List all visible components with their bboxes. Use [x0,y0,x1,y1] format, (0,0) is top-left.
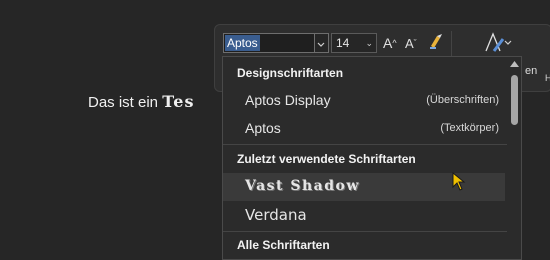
font-color-button[interactable] [483,31,513,52]
font-option-aptos-display[interactable]: Aptos Display (Überschriften) [223,87,505,115]
grow-font-button[interactable]: A^ [383,33,397,53]
font-option-verdana[interactable]: Verdana [223,201,505,229]
scroll-up-icon[interactable] [510,61,519,67]
menu-divider [223,231,509,232]
grow-font-label: A [383,35,393,51]
shrink-font-button[interactable]: Aˇ [405,33,417,53]
font-name-value: Aptos [225,35,260,51]
font-option-aptos[interactable]: Aptos (Textkörper) [223,115,505,143]
document-text: Das ist ein Tes [88,92,194,111]
font-option-name: Vast Shadow [245,178,360,194]
chevron-down-icon [317,42,325,47]
font-size-value: 14 [336,36,350,50]
font-option-name: Verdana [245,206,307,224]
font-name-input[interactable]: Aptos [223,33,315,53]
ribbon-edge-label-2: H [545,73,550,83]
document-text-fancy: Tes [162,92,195,111]
font-option-tag: (Überschriften) [426,94,499,106]
font-option-tag: (Textkörper) [440,122,499,134]
scrollbar-thumb[interactable] [511,75,518,125]
font-name-dropdown-button[interactable] [315,33,329,53]
section-header-all-fonts: Alle Schriftarten [237,238,330,252]
caret-down-icon: ˇ [413,38,417,48]
caret-up-icon: ^ [392,38,397,48]
mouse-cursor-icon [452,172,466,191]
chevron-down-icon: ⌄ [365,38,373,48]
font-option-name: Aptos Display [245,92,331,108]
font-option-name: Aptos [245,120,281,136]
menu-divider [223,144,509,145]
section-header-design-fonts: Designschriftarten [237,66,344,80]
eraser-brush-icon [430,34,442,49]
ribbon-edge-label: en [525,65,538,77]
document-text-plain: Das ist ein [88,94,163,111]
font-color-icon [485,32,512,52]
shrink-font-label: A [405,36,414,51]
menu-scrollbar[interactable] [507,57,521,259]
section-header-recent-fonts: Zuletzt verwendete Schriftarten [237,152,416,166]
clear-formatting-button[interactable] [427,31,445,51]
font-size-input[interactable]: 14 ⌄ [331,33,377,53]
font-dropdown-menu: Designschriftarten Aptos Display (Übersc… [222,56,522,260]
